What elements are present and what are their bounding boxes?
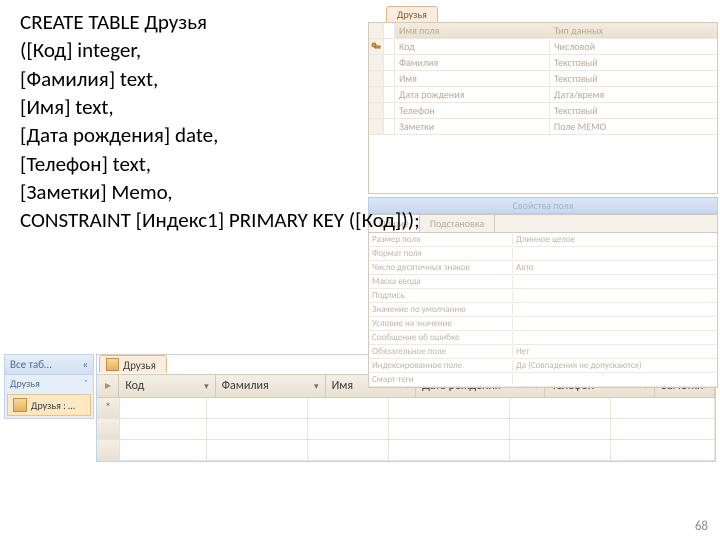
prop-key: Маска ввода [369, 276, 513, 287]
tab-label: Друзья [123, 359, 156, 372]
chevron-up-icon[interactable]: ˆ [84, 377, 88, 390]
select-all-cell[interactable] [97, 375, 119, 397]
page-number: 68 [695, 519, 708, 534]
prop-key: Размер поля [369, 234, 513, 245]
sql-line: [Фамилия] text, [20, 66, 158, 92]
prop-key: Формат поля [369, 248, 513, 259]
sql-line: [Заметки] Memo, [20, 179, 173, 205]
design-row[interactable]: Телефон Текстовый [369, 103, 717, 119]
prop-value[interactable]: Авто [513, 262, 717, 273]
cell[interactable] [611, 398, 715, 418]
prop-key: Подпись [369, 290, 513, 301]
navpane-header[interactable]: Все таб… [10, 358, 52, 371]
design-row[interactable]: Имя Текстовый [369, 71, 717, 87]
sql-line: CREATE TABLE Друзья [20, 9, 207, 35]
select-all-icon [103, 381, 113, 391]
dropdown-icon[interactable]: ▾ [204, 381, 209, 392]
prop-value[interactable]: Нет [513, 346, 717, 357]
new-record-marker: * [97, 398, 120, 418]
design-row[interactable]: Код Числовой [369, 39, 717, 55]
field-properties-grid: Размер поляДлинное целое Формат поля Чис… [368, 232, 718, 388]
table-design-view: Друзья Имя поля Тип данных Код Числовой … [368, 6, 718, 388]
sql-line: [Телефон] text, [20, 151, 151, 177]
column-header-kod[interactable]: Код▾ [119, 375, 215, 397]
cell[interactable] [207, 398, 308, 418]
field-type: Текстовый [550, 56, 717, 69]
cell[interactable] [389, 398, 510, 418]
field-type: Текстовый [550, 104, 717, 117]
sql-line: [Имя] text, [20, 94, 114, 120]
table-icon [106, 358, 119, 371]
datasheet-tab-druzya[interactable]: Друзья [99, 355, 167, 373]
collapse-pane-icon[interactable]: « [82, 358, 88, 371]
field-type: Текстовый [550, 72, 717, 85]
navigation-pane: Все таб… « Друзья ˆ Друзья : … [4, 354, 94, 419]
field-properties-title: Свойства поля [368, 197, 718, 214]
design-row[interactable]: Фамилия Текстовый [369, 55, 717, 71]
cell[interactable] [120, 398, 207, 418]
design-row[interactable]: Заметки Поле МЕМО [369, 119, 717, 135]
new-record-row[interactable]: * [97, 398, 715, 419]
sql-create-table: CREATE TABLE Друзья ([Код] integer, [Фам… [20, 8, 420, 235]
cell[interactable] [510, 398, 611, 418]
prop-key: Значение по умолчанию [369, 304, 513, 315]
dropdown-icon[interactable]: ▾ [314, 381, 319, 392]
prop-key: Условие на значение [369, 318, 513, 329]
prop-key: Смарт-теги [369, 374, 513, 385]
prop-value[interactable]: Длинное целое [513, 234, 717, 245]
tab-lookup[interactable]: Подстановка [420, 215, 495, 232]
sql-line: CONSTRAINT [Индекс1] PRIMARY KEY ([Код])… [20, 207, 420, 233]
navpane-category[interactable]: Друзья [10, 377, 40, 390]
table-icon [13, 398, 27, 412]
prop-key: Число десятичных знаков [369, 262, 513, 273]
design-row[interactable]: Дата рождения Дата/время [369, 87, 717, 103]
field-type: Числовой [550, 40, 717, 53]
sql-line: [Дата рождения] date, [20, 122, 218, 148]
field-type: Поле МЕМО [550, 120, 717, 133]
navpane-item-label: Друзья : … [31, 399, 75, 412]
column-header-familia[interactable]: Фамилия▾ [216, 375, 326, 397]
prop-value[interactable]: Да (Совпадения не допускаются) [513, 360, 717, 371]
navpane-item-druzya[interactable]: Друзья : … [7, 394, 91, 416]
design-header-type: Тип данных [550, 24, 717, 37]
prop-key: Сообщение об ошибке [369, 332, 513, 343]
prop-key: Индексированное поле [369, 360, 513, 371]
sql-line: ([Код] integer, [20, 37, 141, 63]
prop-key: Обязательное поле [369, 346, 513, 357]
cell[interactable] [308, 398, 389, 418]
field-type: Дата/время [550, 88, 717, 101]
